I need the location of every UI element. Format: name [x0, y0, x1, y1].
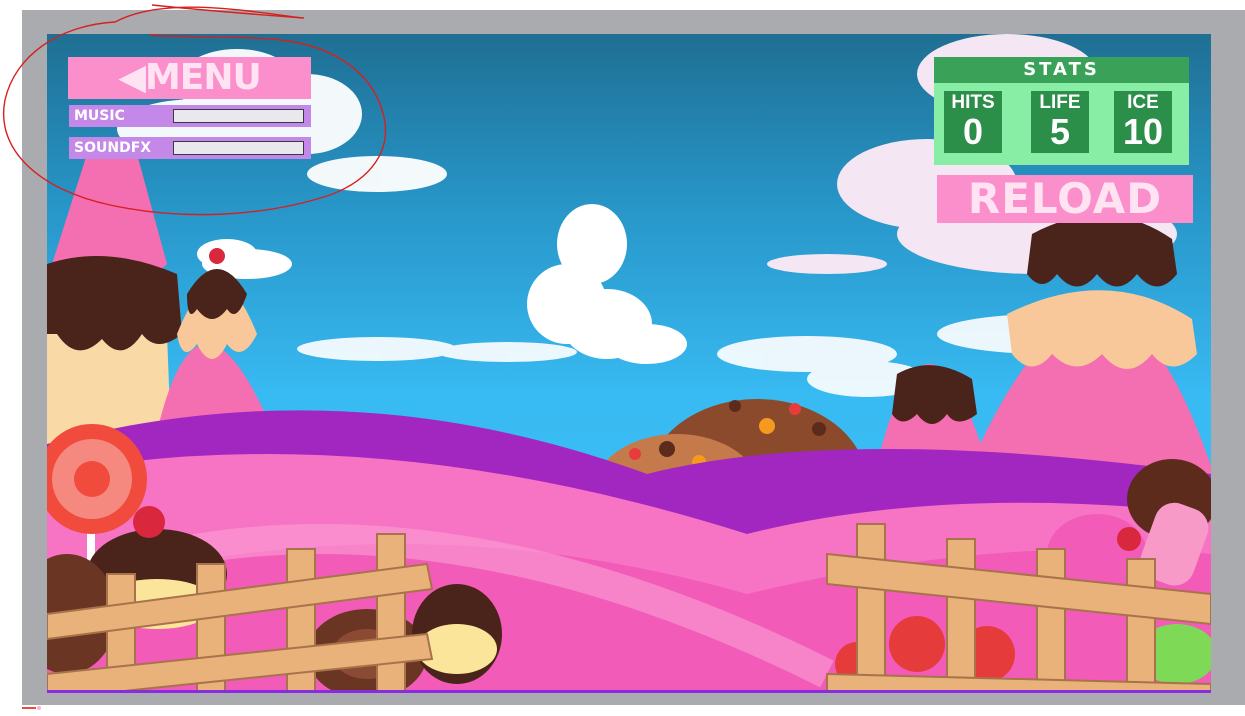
reload-button[interactable]: RELOAD — [937, 175, 1193, 223]
stat-hits: HITS 0 — [944, 91, 1002, 153]
bottom-marker — [22, 707, 36, 709]
soundfx-volume-row: SOUNDFX — [69, 137, 311, 159]
music-volume-slider[interactable] — [173, 109, 304, 123]
stat-life: LIFE 5 — [1031, 91, 1089, 153]
menu-button[interactable]: ◀MENU — [68, 57, 311, 99]
stats-title: STATS — [934, 57, 1189, 83]
stat-life-value: 5 — [1049, 111, 1071, 152]
stat-hits-value: 0 — [962, 111, 984, 152]
stat-ice: ICE 10 — [1114, 91, 1172, 153]
stat-ice-value: 10 — [1122, 111, 1164, 152]
music-volume-row: MUSIC — [69, 105, 311, 127]
soundfx-label: SOUNDFX — [74, 140, 152, 156]
soundfx-volume-slider[interactable] — [173, 141, 304, 155]
bottom-dot — [37, 706, 41, 710]
stats-panel: STATS HITS 0 LIFE 5 ICE 10 — [934, 57, 1189, 165]
music-label: MUSIC — [74, 108, 125, 124]
